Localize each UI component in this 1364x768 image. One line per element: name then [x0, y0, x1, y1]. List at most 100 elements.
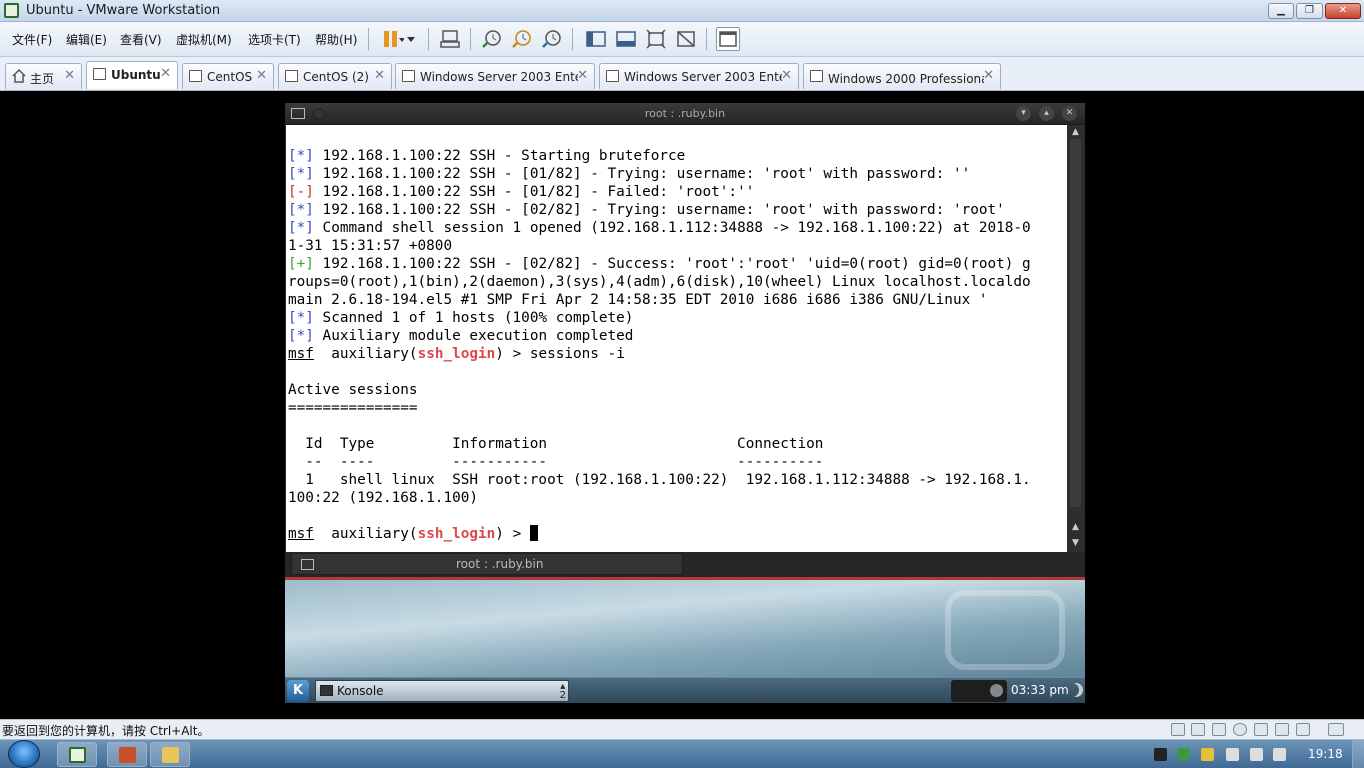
printer-icon[interactable] [1275, 723, 1289, 736]
terminal-segment: [*] [288, 166, 314, 182]
close-icon[interactable]: ✕ [256, 68, 267, 83]
vm-icon [93, 68, 106, 80]
volume-icon[interactable] [1273, 748, 1286, 761]
tab-label: CentOS [207, 70, 253, 84]
guest-clock[interactable]: 03:33 pm [1011, 683, 1069, 697]
terminal-segment: msf [288, 346, 314, 362]
close-icon[interactable]: ✕ [781, 68, 792, 83]
vm-icon [402, 70, 415, 82]
menu-file[interactable]: 文件(F) [12, 31, 52, 48]
vm-screen[interactable]: root : .ruby.bin ▾ ▴ ✕ [*] 192.168.1.100… [2, 91, 1364, 719]
maximize-button[interactable]: ❐ [1296, 3, 1323, 19]
guest-desktop[interactable]: root : .ruby.bin ▾ ▴ ✕ [*] 192.168.1.100… [285, 103, 1085, 703]
maximize-icon[interactable]: ▴ [1039, 106, 1054, 121]
snapshot-take-icon[interactable] [480, 27, 504, 51]
scroll-track[interactable] [1070, 139, 1081, 507]
terminal-segment: [*] [288, 310, 314, 326]
tab-label: Windows 2000 Professional（… [828, 72, 984, 86]
vmware-status-bar: 要返回到您的计算机，请按 Ctrl+Alt。 [0, 719, 1364, 739]
menu-edit[interactable]: 编辑(E) [66, 31, 107, 48]
tab-ubuntu[interactable]: Ubuntu ✕ [86, 61, 178, 89]
kde-menu-button[interactable]: K [287, 680, 309, 702]
scroll-up-icon[interactable]: ▲ [1070, 127, 1081, 137]
terminal-segment: [*] [288, 328, 314, 344]
start-button[interactable] [8, 740, 40, 768]
tab-windows-server-2003-b[interactable]: Windows Server 2003 Enterpr… ✕ [599, 63, 799, 89]
terminal-segment: Active sessions [288, 382, 418, 398]
keyboard-icon[interactable] [1154, 748, 1167, 761]
menu-vm[interactable]: 虚拟机(M) [176, 31, 232, 48]
task-count: ▴ 2 [559, 681, 566, 701]
close-icon[interactable]: ✕ [1062, 106, 1077, 121]
terminal-line: msf auxiliary(ssh_login) > sessions -i [288, 345, 1031, 363]
logout-icon[interactable] [1069, 683, 1083, 697]
menu-view[interactable]: 查看(V) [120, 31, 162, 48]
konsole-session-tab[interactable]: root : .ruby.bin [291, 553, 683, 575]
taskbar-vmware[interactable] [57, 742, 97, 767]
close-icon[interactable]: ✕ [160, 66, 171, 81]
scroll-down-icon[interactable]: ▼ [1070, 538, 1081, 548]
taskbar-powerpoint[interactable] [107, 742, 147, 767]
close-icon[interactable]: ✕ [64, 68, 75, 83]
tray-arrow-icon[interactable] [990, 684, 1003, 697]
unity-mode-icon[interactable] [674, 27, 698, 51]
terminal-segment: Scanned 1 of 1 hosts (100% complete) [313, 310, 634, 326]
full-screen-icon[interactable] [644, 27, 668, 51]
terminal-output[interactable]: [*] 192.168.1.100:22 SSH - Starting brut… [286, 125, 1067, 552]
terminal-line: =============== [288, 399, 1031, 417]
tab-windows-2000-professional[interactable]: Windows 2000 Professional（… ✕ [803, 63, 1001, 89]
konsole-tab-bar: root : .ruby.bin [285, 552, 1085, 577]
system-tray [951, 680, 1007, 702]
title-bar: Ubuntu - VMware Workstation ▁ ❐ ✕ [0, 0, 1364, 22]
show-desktop-button[interactable] [1352, 740, 1364, 768]
terminal-segment: Command shell session 1 opened (192.168.… [313, 220, 1031, 236]
sidebar-toggle-icon[interactable] [584, 27, 608, 51]
hard-disk-icon[interactable] [1171, 723, 1185, 736]
konsole-window[interactable]: root : .ruby.bin ▾ ▴ ✕ [*] 192.168.1.100… [285, 103, 1085, 577]
tab-home[interactable]: 主页 ✕ [5, 63, 82, 89]
konsole-title-bar[interactable]: root : .ruby.bin ▾ ▴ ✕ [285, 103, 1085, 125]
chevron-down-icon[interactable] [402, 27, 426, 51]
close-button[interactable]: ✕ [1325, 3, 1361, 19]
console-view-icon[interactable] [716, 27, 740, 51]
cd-dvd-icon[interactable] [1191, 723, 1205, 736]
terminal-scrollbar[interactable]: ▲ ▲ ▼ [1067, 125, 1084, 552]
send-ctrl-alt-del-icon[interactable] [438, 27, 462, 51]
tab-windows-server-2003-a[interactable]: Windows Server 2003 Enterpr… ✕ [395, 63, 595, 89]
close-icon[interactable]: ✕ [374, 68, 385, 83]
tab-centos[interactable]: CentOS ✕ [182, 63, 274, 89]
network-icon[interactable] [1250, 748, 1263, 761]
close-icon[interactable]: ✕ [983, 68, 994, 83]
toolbar-separator [368, 28, 369, 50]
terminal-line: 100:22 (192.168.1.100) [288, 489, 1031, 507]
usb-controller-icon[interactable] [1233, 723, 1247, 736]
scroll-up-icon[interactable]: ▲ [1070, 522, 1081, 532]
quick-switch-icon[interactable] [614, 27, 638, 51]
update-icon[interactable] [1201, 748, 1214, 761]
terminal-segment: 192.168.1.100:22 SSH - [01/82] - Trying:… [313, 166, 971, 182]
terminal-icon [301, 559, 314, 570]
message-log-icon[interactable] [1328, 723, 1344, 736]
sound-card-icon[interactable] [1254, 723, 1268, 736]
network-adapter-icon[interactable] [1212, 723, 1226, 736]
usb-icon[interactable] [1226, 748, 1239, 761]
pause-icon[interactable] [380, 27, 405, 51]
terminal-segment: roups=0(root),1(bin),2(daemon),3(sys),4(… [288, 274, 1031, 290]
terminal-line: ​ [288, 363, 1031, 381]
minimize-icon[interactable]: ▾ [1016, 106, 1031, 121]
snapshot-revert-icon[interactable] [510, 27, 534, 51]
terminal-segment: 1-31 15:31:57 +0800 [288, 238, 453, 254]
menu-tabs[interactable]: 选项卡(T) [248, 31, 301, 48]
tab-centos-2[interactable]: CentOS (2) ✕ [278, 63, 392, 89]
menu-help[interactable]: 帮助(H) [315, 31, 357, 48]
minimize-button[interactable]: ▁ [1268, 3, 1294, 19]
display-icon[interactable] [1296, 723, 1310, 736]
host-clock[interactable]: 19:18 [1308, 747, 1343, 761]
taskbar-explorer[interactable] [150, 742, 190, 767]
vm-tab-bar: 主页 ✕ Ubuntu ✕ CentOS ✕ CentOS (2) ✕ Wind… [0, 57, 1364, 91]
terminal-segment: ssh_login [417, 526, 496, 542]
snapshot-manager-icon[interactable] [540, 27, 564, 51]
close-icon[interactable]: ✕ [577, 68, 588, 83]
security-shield-icon[interactable] [1177, 748, 1190, 761]
taskbar-item-konsole[interactable]: Konsole ▴ 2 [315, 680, 569, 702]
